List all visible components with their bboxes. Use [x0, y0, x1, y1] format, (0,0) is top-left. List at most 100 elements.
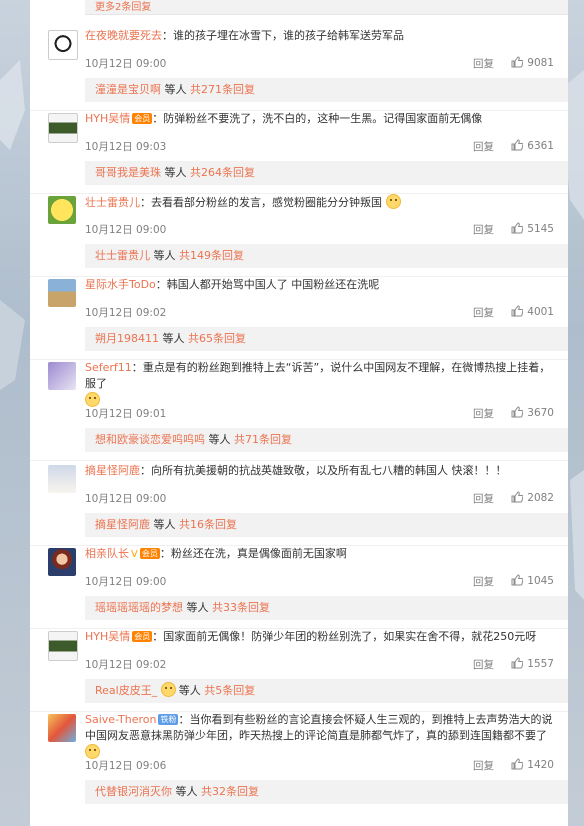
thumbs-up-icon	[511, 56, 527, 69]
more-replies-link[interactable]: 更多2条回复	[95, 0, 151, 13]
sub-reply-count-link[interactable]: 共71条回复	[234, 433, 292, 446]
avatar[interactable]	[48, 714, 76, 742]
sub-reply-user[interactable]: 代替银河消灭你	[95, 785, 172, 798]
thumbs-up-icon	[511, 222, 527, 235]
comment-panel: 更多2条回复 在夜晚就要死去：谁的孩子埋在冰雪下，谁的孩子给韩军送劳军品 10月1…	[30, 0, 568, 826]
comment-time: 10月12日 09:00	[85, 224, 167, 236]
reply-button[interactable]: 回复	[473, 222, 494, 237]
sub-replies-bar: 想和欧豪谈恋爱呜呜呜 等人 共71条回复	[85, 428, 568, 452]
like-button[interactable]: 2082	[511, 491, 554, 504]
comment-text: 星际水手ToDo：韩国人都开始骂中国人了 中国粉丝还在洗呢	[85, 278, 380, 291]
emoji-icon	[160, 682, 176, 697]
comment-username[interactable]: 相亲队长	[85, 547, 129, 560]
sub-reply-count-link[interactable]: 共65条回复	[188, 332, 246, 345]
sub-replies-bar: 瑶瑶瑶瑶瑶的梦想 等人 共33条回复	[85, 596, 568, 620]
member-badge[interactable]: 会员	[132, 113, 153, 124]
comment-username[interactable]: 星际水手ToDo	[85, 278, 156, 291]
sub-reply-mid: 等人	[153, 249, 176, 262]
thumbs-up-icon	[511, 491, 527, 504]
comment-body: 防弹粉丝不要洗了，洗不白的，这种一生黑。记得国家面前无偶像	[163, 112, 483, 125]
reply-button[interactable]: 回复	[473, 56, 494, 71]
comment-meta: 10月12日 09:00 回复 2082	[85, 491, 554, 505]
sub-reply-count-link[interactable]: 共271条回复	[190, 83, 255, 96]
avatar[interactable]	[48, 113, 78, 143]
reply-button[interactable]: 回复	[473, 305, 494, 320]
comment-username[interactable]: 在夜晚就要死去	[85, 29, 162, 42]
sub-replies-bar: 哥哥我是美珠 等人 共264条回复	[85, 161, 568, 185]
comment-username[interactable]: 壮士雷贵儿	[85, 196, 140, 209]
sub-reply-count-link[interactable]: 共32条回复	[201, 785, 259, 798]
comment-text: 摘星怪阿鹿：向所有抗美援朝的抗战英雄致敬，以及所有乱七八糟的韩国人 快滚！！！	[85, 464, 507, 477]
avatar[interactable]	[48, 30, 78, 60]
reply-button[interactable]: 回复	[473, 758, 494, 773]
member-badge[interactable]: 会员	[139, 548, 160, 559]
sub-reply-count-link[interactable]: 共33条回复	[212, 601, 270, 614]
avatar[interactable]	[48, 196, 76, 224]
emoji-icon	[385, 194, 401, 209]
like-button[interactable]: 5145	[511, 222, 554, 235]
comment-text: 相亲队长 V 会员 ：粉丝还在洗，真是偶像面前无国家啊	[85, 546, 554, 563]
reply-button[interactable]: 回复	[473, 574, 494, 589]
divider	[30, 460, 568, 461]
sub-reply-user[interactable]: 潼潼是宝贝啊	[95, 83, 161, 96]
like-count: 2082	[527, 492, 554, 504]
sub-replies-bar: 潼潼是宝贝啊 等人 共271条回复	[85, 78, 568, 102]
sub-reply-user[interactable]: 摘星怪阿鹿	[95, 518, 150, 531]
sub-reply-count-link[interactable]: 共5条回复	[204, 684, 255, 697]
sub-reply-user[interactable]: Real皮皮王_	[95, 684, 157, 697]
thumbs-up-icon	[511, 758, 527, 771]
like-button[interactable]: 6361	[511, 139, 554, 152]
avatar[interactable]	[48, 362, 76, 390]
sub-reply-user[interactable]: 哥哥我是美珠	[95, 166, 161, 179]
like-button[interactable]: 1557	[511, 657, 554, 670]
comment-meta: 10月12日 09:00 回复 5145	[85, 222, 554, 236]
sub-reply-mid: 等人	[153, 518, 176, 531]
reply-button[interactable]: 回复	[473, 491, 494, 506]
comment-body: 向所有抗美援朝的抗战英雄致敬，以及所有乱七八糟的韩国人 快滚！！！	[151, 464, 507, 477]
comment-username[interactable]: Saive-Theron	[85, 713, 156, 726]
sub-replies-bar: 摘星怪阿鹿 等人 共16条回复	[85, 513, 568, 537]
reply-button[interactable]: 回复	[473, 657, 494, 672]
comment-username[interactable]: 摘星怪阿鹿	[85, 464, 140, 477]
avatar[interactable]	[48, 465, 76, 493]
like-button[interactable]: 1045	[511, 574, 554, 587]
reply-button[interactable]: 回复	[473, 406, 494, 421]
comment-body: 粉丝还在洗，真是偶像面前无国家啊	[170, 547, 347, 560]
sub-reply-mid: 等人	[164, 166, 187, 179]
reply-button[interactable]: 回复	[473, 139, 494, 154]
comment-body: 韩国人都开始骂中国人了 中国粉丝还在洗呢	[166, 278, 380, 291]
sub-reply-user[interactable]: 壮士雷贵儿	[95, 249, 150, 262]
thumbs-up-icon	[511, 657, 527, 670]
sub-reply-user[interactable]: 想和欧豪谈恋爱呜呜呜	[95, 433, 205, 446]
comment-text: 壮士雷贵儿：去看看部分粉丝的发言，感觉粉圈能分分钟叛国	[85, 194, 554, 211]
sub-reply-user[interactable]: 瑶瑶瑶瑶瑶的梦想	[95, 601, 183, 614]
comment-username[interactable]: HYH吴情	[85, 112, 130, 125]
comment-username[interactable]: HYH吴情	[85, 630, 130, 643]
like-count: 1045	[527, 575, 554, 587]
comment-meta: 10月12日 09:06 回复 1420	[85, 758, 554, 772]
comment-text: Seferf11：重点是有的粉丝跑到推特上去“诉苦”，说什么中国网友不理解，在微…	[85, 360, 554, 409]
comment-body: 谁的孩子埋在冰雪下，谁的孩子给韩军送劳军品	[173, 29, 404, 42]
sub-reply-count-link[interactable]: 共264条回复	[190, 166, 255, 179]
like-count: 9081	[527, 57, 554, 69]
like-button[interactable]: 3670	[511, 406, 554, 419]
avatar[interactable]	[48, 548, 76, 576]
comment-text: HYH吴情 会员 ：国家面前无偶像！防弹少年团的粉丝别洗了，如果实在舍不得，就花25…	[85, 630, 537, 643]
comment-username[interactable]: Seferf11	[85, 361, 132, 374]
like-button[interactable]: 4001	[511, 305, 554, 318]
like-button[interactable]: 9081	[511, 56, 554, 69]
sub-reply-count-link[interactable]: 共149条回复	[179, 249, 244, 262]
like-count: 1420	[527, 759, 554, 771]
like-count: 5145	[527, 223, 554, 235]
comment-time: 10月12日 09:00	[85, 58, 167, 70]
sub-reply-count-link[interactable]: 共16条回复	[179, 518, 237, 531]
more-replies-strip[interactable]: 更多2条回复	[85, 0, 568, 15]
fan-badge[interactable]: 铁粉	[158, 714, 179, 725]
sub-reply-user[interactable]: 朔月198411	[95, 332, 159, 345]
comment-time: 10月12日 09:01	[85, 408, 167, 420]
avatar[interactable]	[48, 631, 78, 661]
avatar[interactable]	[48, 279, 76, 307]
sub-reply-mid: 等人	[175, 785, 198, 798]
member-badge[interactable]: 会员	[132, 631, 153, 642]
like-button[interactable]: 1420	[511, 758, 554, 771]
